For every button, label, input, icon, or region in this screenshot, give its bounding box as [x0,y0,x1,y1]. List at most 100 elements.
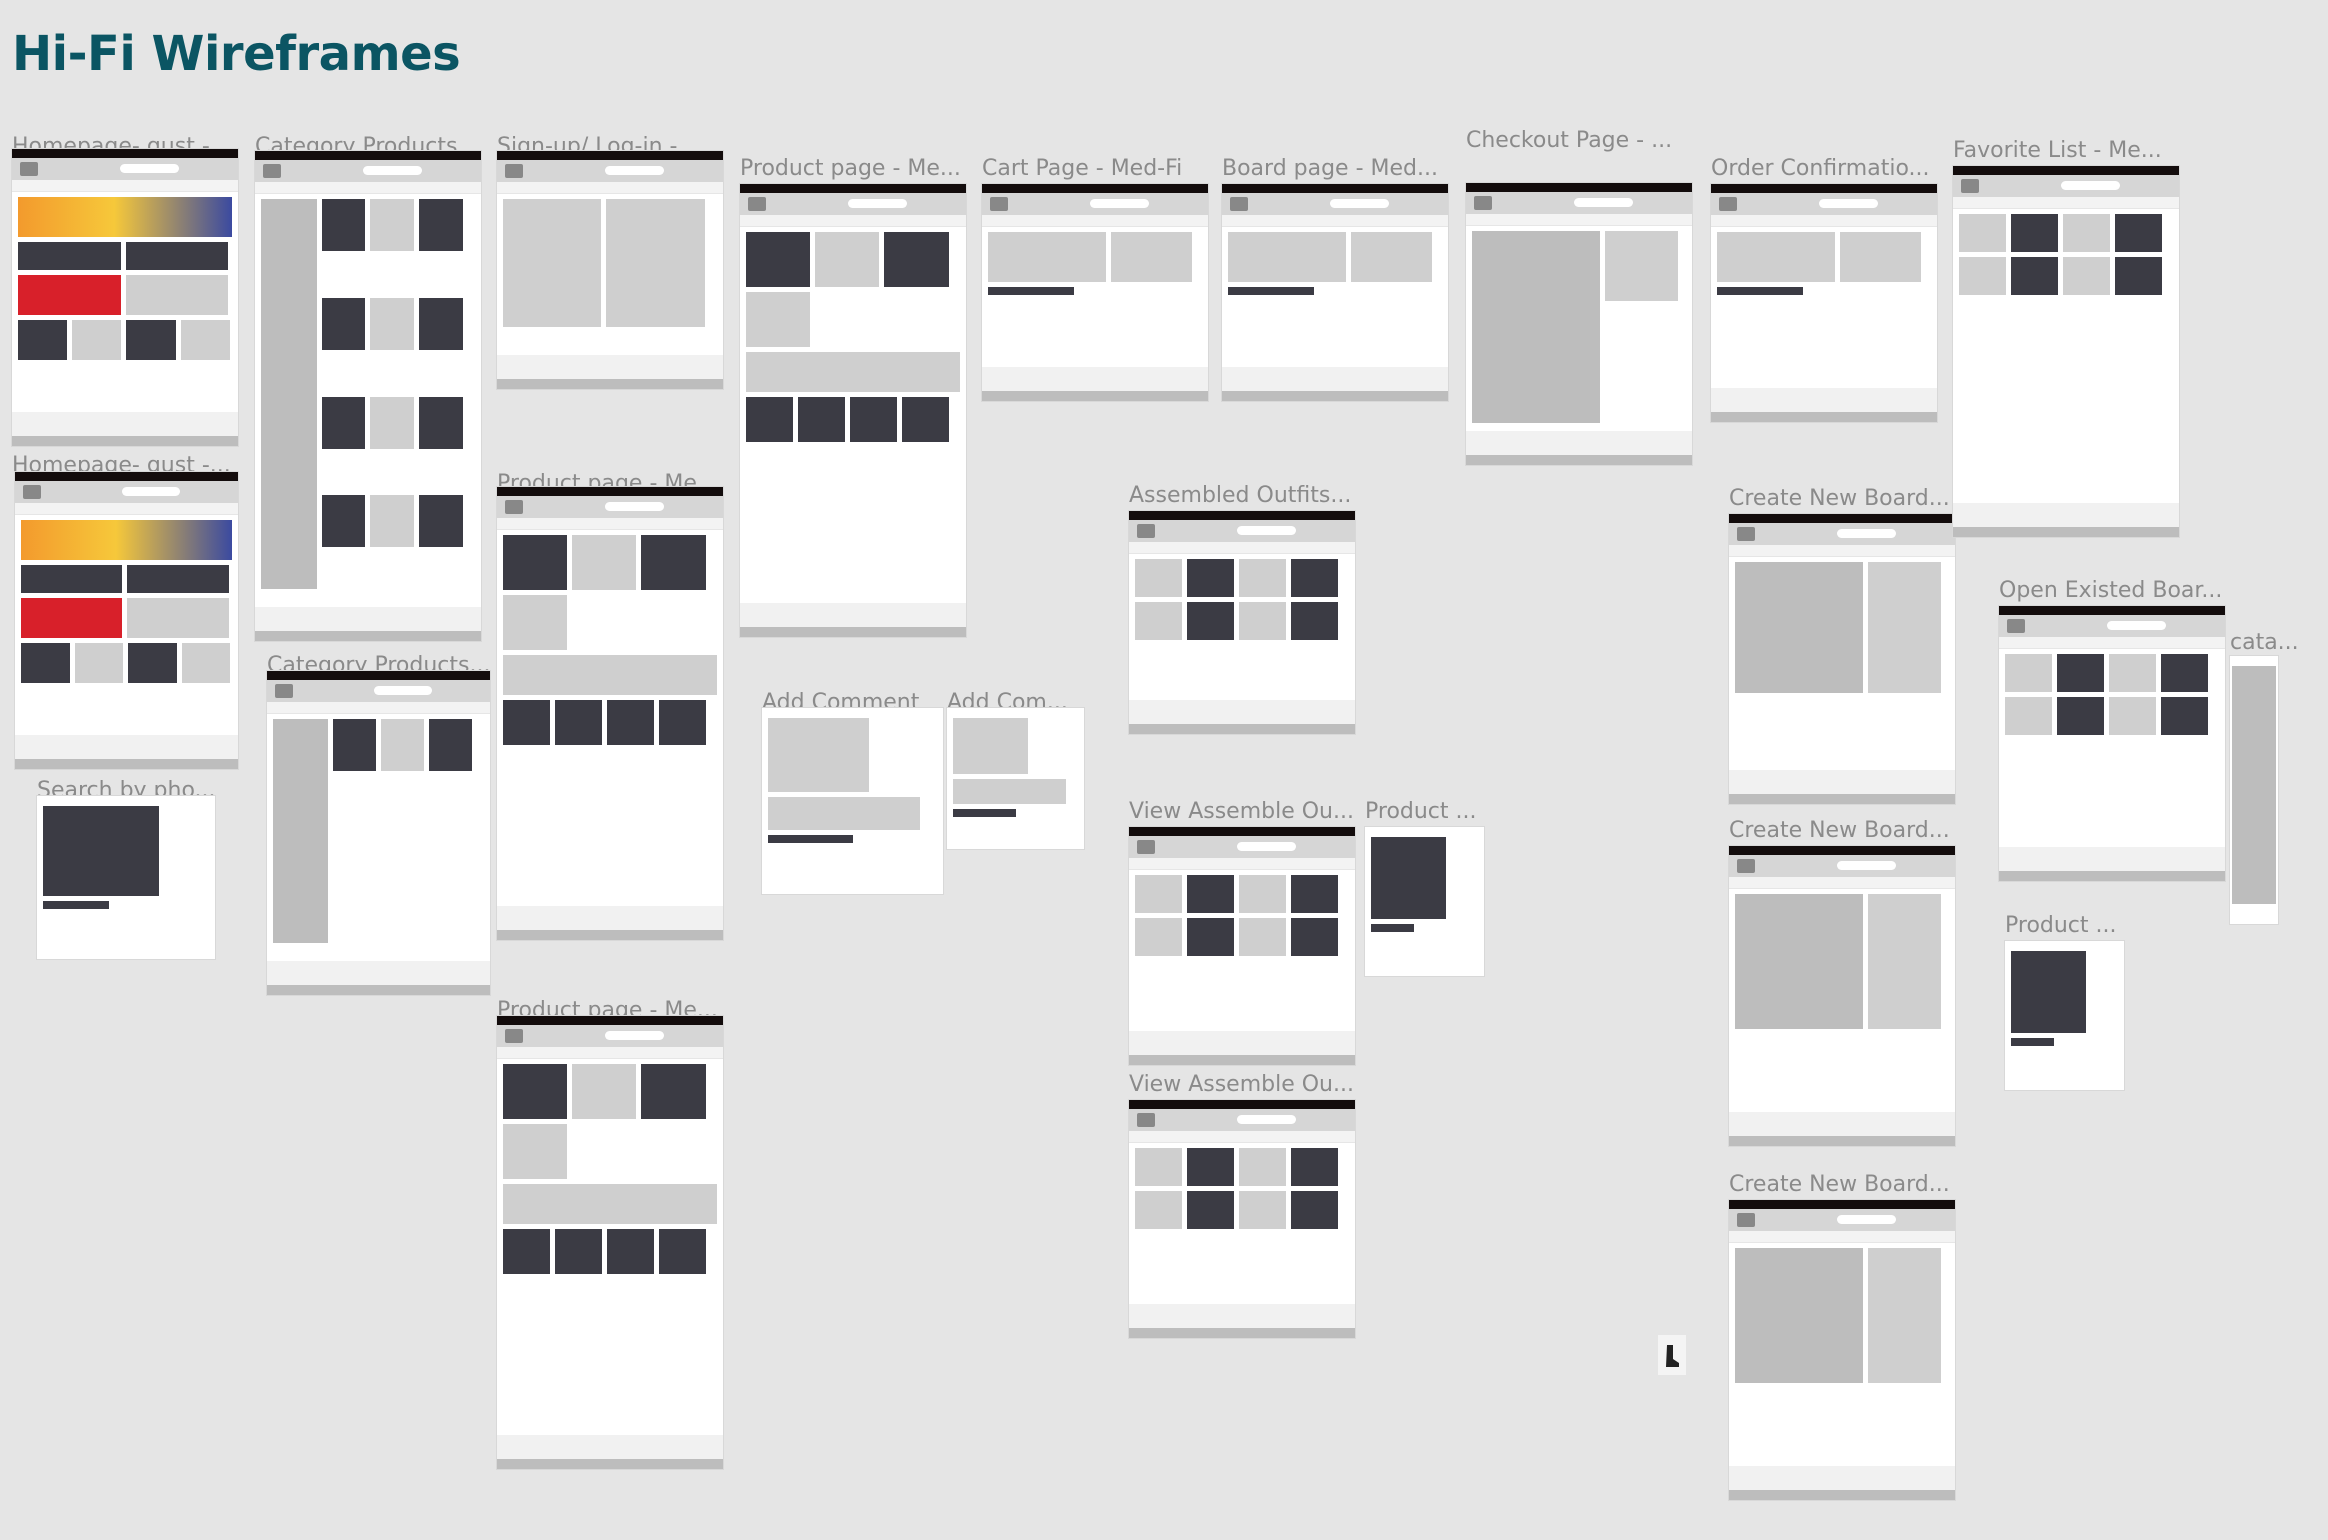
product-card [418,495,463,548]
frame-label[interactable]: Product page - Me... [740,156,961,181]
top-bar [267,671,490,680]
product-card [321,297,366,350]
frame-photo[interactable] [1365,827,1484,976]
category-nav [1222,215,1448,227]
search-input[interactable] [2061,181,2121,190]
footer-bar [1222,391,1448,401]
suggestion-card [659,700,707,745]
search-input[interactable] [374,686,432,695]
frame-home[interactable] [12,149,238,446]
logo-icon [505,500,523,514]
top-bar [1129,1100,1355,1109]
frame-grid[interactable] [1999,606,2225,881]
item-card [1291,602,1339,640]
product-card [418,199,463,251]
search-input[interactable] [120,164,180,173]
item-card [2063,214,2111,252]
frame-cart[interactable] [1222,184,1448,401]
action-button [1717,287,1803,295]
frame-product[interactable] [497,1016,723,1469]
frame-label[interactable]: Product ... [1365,799,1477,824]
search-input[interactable] [1837,529,1897,538]
logo-icon [1961,179,1979,193]
frame-label[interactable]: Order Confirmatio... [1711,156,1930,181]
frame-board[interactable] [1729,846,1955,1146]
frame-board[interactable] [1729,1200,1955,1500]
reviews-section [503,1184,717,1224]
frame-label[interactable]: Board page - Med... [1222,156,1438,181]
site-header [1999,615,2225,637]
search-input[interactable] [1819,199,1879,208]
product-card [418,297,463,350]
search-input[interactable] [1090,199,1150,208]
site-header [1953,175,2179,197]
footer-bar [497,1459,723,1469]
item-card [1291,559,1339,597]
search-input[interactable] [122,487,180,496]
frame-product[interactable] [497,487,723,940]
frame-grid[interactable] [1129,827,1355,1065]
frame-label[interactable]: Cart Page - Med-Fi [982,156,1182,181]
search-input[interactable] [1237,526,1297,535]
logo-icon [1737,527,1755,541]
frame-photo[interactable] [2005,941,2124,1090]
frame-modal[interactable] [762,708,943,894]
search-input[interactable] [605,166,665,175]
frame-label[interactable]: Product ... [2005,913,2117,938]
site-header [1129,520,1355,542]
frame-product[interactable] [740,184,966,637]
search-input[interactable] [363,166,423,175]
search-input[interactable] [1837,861,1897,870]
frame-photo[interactable] [37,796,215,959]
frame-grid[interactable] [1953,166,2179,537]
category-tile [18,320,68,360]
footer-bar [1466,455,1692,465]
category-nav [1729,1231,1955,1243]
top-bar [1729,514,1955,523]
frame-category[interactable] [267,671,490,995]
frame-category[interactable] [255,151,481,641]
frame-label[interactable]: View Assemble Ou... [1129,1072,1354,1097]
search-input[interactable] [2107,621,2167,630]
search-input[interactable] [605,502,665,511]
search-input[interactable] [605,1031,665,1040]
frame-label[interactable]: Favorite List - Me... [1953,138,2162,163]
frame-modal[interactable] [947,708,1084,849]
frame-checkout[interactable] [1466,183,1692,465]
footer-bar [1729,1136,1955,1146]
frame-home[interactable] [15,472,238,769]
search-input[interactable] [1237,1115,1297,1124]
frame-label[interactable]: View Assemble Ou... [1129,799,1354,824]
frame-sidebar[interactable] [2230,656,2278,924]
category-nav [1953,197,2179,209]
frame-label[interactable]: Assembled Outfits... [1129,483,1351,508]
product-image [884,232,949,287]
category-nav [982,215,1208,227]
frame-label[interactable]: Create New Board... [1729,1172,1950,1197]
frame-label[interactable]: Create New Board... [1729,818,1950,843]
item-card [2011,257,2059,295]
boot-thumbnail[interactable] [1658,1335,1686,1375]
assembled-outfits-banner [125,275,229,315]
suggestion-card [555,700,603,745]
product-image [815,232,880,287]
frame-label[interactable]: Open Existed Boar... [1999,578,2222,603]
search-input[interactable] [1837,1215,1897,1224]
search-input[interactable] [1574,198,1634,207]
frame-label[interactable]: Create New Board... [1729,486,1950,511]
frame-grid[interactable] [1129,1100,1355,1338]
order-summary [1605,231,1679,301]
category-nav [1729,877,1955,889]
frame-cart[interactable] [982,184,1208,401]
search-input[interactable] [1237,842,1297,851]
frame-label[interactable]: Checkout Page - ... [1466,128,1672,153]
frame-label[interactable]: cata... [2230,630,2299,655]
search-input[interactable] [1330,199,1390,208]
frame-board[interactable] [1729,514,1955,804]
search-input[interactable] [848,199,908,208]
frame-cart[interactable] [1711,184,1937,422]
site-footer [1729,1112,1955,1146]
suggestion-card [555,1229,603,1274]
frame-login[interactable] [497,151,723,389]
frame-grid[interactable] [1129,511,1355,734]
